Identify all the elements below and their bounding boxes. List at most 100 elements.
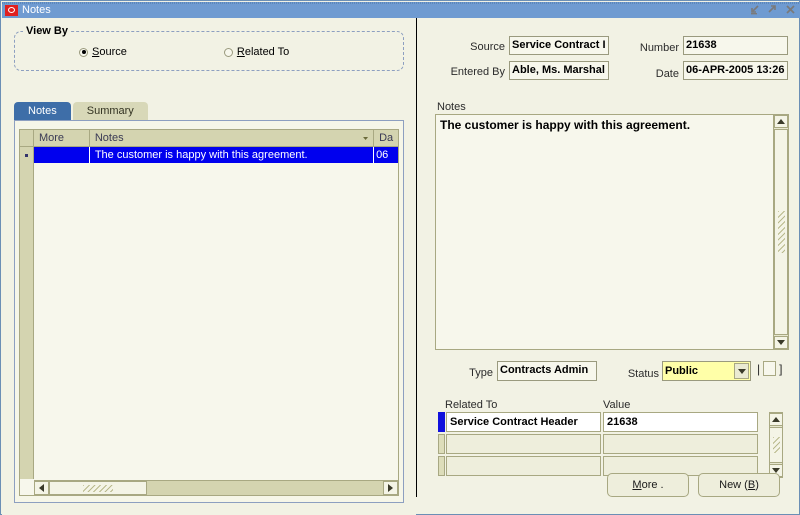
more-button-label: More . [632,479,664,491]
entered-by-field[interactable]: Able, Ms. Marshal [509,61,609,80]
status-checkbox-group: | ] [757,361,782,376]
scroll-left-button[interactable] [34,481,49,495]
row-cell-notes[interactable]: The customer is happy with this agreemen… [89,147,375,163]
date-field[interactable]: 06-APR-2005 13:26 [683,61,788,80]
grid-header-notes-label: Notes [94,132,124,144]
scroll-grip-icon [83,484,113,492]
grid-indicator-gutter [20,163,34,479]
scroll-right-icon [388,484,393,492]
chevron-down-icon [737,368,746,374]
value-column-label: Value [603,399,631,411]
notes-scroll-up-button[interactable] [774,115,788,128]
new-button-post: ) [755,479,759,491]
radio-view-by-source[interactable]: Source [79,46,127,58]
notes-textarea[interactable]: The customer is happy with this agreemen… [435,114,789,350]
notes-field-label: Notes [437,101,466,113]
view-by-legend: View By [23,25,71,37]
related-to-row[interactable] [438,434,783,454]
scroll-grip-icon [772,437,780,453]
radio-view-by-related-to[interactable]: Related To [223,46,290,58]
related-to-scroll-thumb[interactable] [769,427,783,463]
scroll-grip-icon [777,211,785,253]
scroll-down-icon [777,340,785,345]
scroll-left-icon [39,484,44,492]
right-pane: Source Service Contract I Number 21638 E… [417,18,800,515]
notes-grid-header: More Notes Da [20,130,398,147]
minimize-icon [751,5,759,15]
table-row[interactable]: The customer is happy with this agreemen… [20,147,398,163]
type-field[interactable]: Contracts Admin [497,361,597,381]
related-to-cell[interactable]: Service Contract Header [446,412,601,432]
row-cell-date[interactable]: 06 [374,147,398,163]
related-to-row[interactable]: Service Contract Header 21638 [438,412,783,432]
related-to-row-indicator[interactable] [438,412,445,432]
checkbox-bracket-open: | [757,361,761,376]
related-to-vertical-scrollbar[interactable] [769,412,783,478]
view-by-radio-row: Source Related To [15,46,403,58]
scroll-up-icon [777,119,785,124]
status-dropdown[interactable]: Public [662,361,751,381]
tab-notes[interactable]: Notes [14,102,71,121]
related-to-cell[interactable] [446,456,601,476]
notes-grid-body: The customer is happy with this agreemen… [20,147,398,163]
type-label: Type [469,367,493,379]
related-to-column-label: Related To [445,399,498,411]
number-field[interactable]: 21638 [683,36,788,55]
row-indicator[interactable] [20,147,34,163]
grid-header-date[interactable]: Da [374,130,398,146]
date-label: Date [655,68,679,80]
radio-related-to-label: Related To [236,46,290,58]
new-button-label: New (B) [719,479,759,491]
radio-related-to-indicator [223,47,233,57]
related-to-cell[interactable] [446,434,601,454]
notes-window: Notes View By Source Related To Notes Su… [0,0,800,515]
status-label: Status [627,368,659,380]
window-titlebar: Notes [2,2,800,18]
radio-source-indicator [79,47,88,57]
sort-indicator-icon [363,137,369,140]
maximize-button[interactable] [767,4,778,15]
related-to-row-indicator[interactable] [438,456,445,476]
grid-horizontal-scrollbar[interactable] [34,480,398,495]
related-to-scroll-up-button[interactable] [769,413,783,426]
horizontal-scroll-thumb[interactable] [49,481,147,495]
tab-summary[interactable]: Summary [72,102,148,121]
more-button-text: ore . [641,479,664,491]
related-to-row-indicator[interactable] [438,434,445,454]
notes-scroll-down-button[interactable] [774,336,788,349]
more-button[interactable]: More . [607,473,689,497]
notes-grid: More Notes Da The customer is happy with… [19,129,399,496]
minimize-button[interactable] [749,4,760,15]
grid-header-more[interactable]: More [34,130,90,146]
status-checkbox[interactable] [763,361,777,376]
related-to-value-cell[interactable] [603,434,758,454]
source-field[interactable]: Service Contract I [509,36,609,55]
tab-strip: Notes Summary [14,101,148,121]
grid-header-notes[interactable]: Notes [90,130,375,146]
row-cell-more[interactable] [33,147,90,163]
new-button[interactable]: New (B) [698,473,780,497]
entered-by-label: Entered By [450,66,505,78]
related-to-value-cell[interactable]: 21638 [603,412,758,432]
grid-header-indicator [20,130,34,146]
scroll-right-button[interactable] [383,481,398,495]
left-pane: View By Source Related To Notes Summary [2,18,416,515]
window-title: Notes [22,4,51,16]
number-label: Number [639,42,679,54]
titlebar-top-edge [2,2,800,4]
checkbox-bracket-close: ] [779,361,783,376]
status-dropdown-value: Public [665,365,699,377]
status-dropdown-button[interactable] [734,363,749,379]
view-by-groupbox: View By Source Related To [14,25,404,71]
oracle-logo-icon [5,4,18,16]
radio-source-label: Source [92,46,127,58]
notes-textarea-value[interactable]: The customer is happy with this agreemen… [440,118,770,132]
maximize-icon [768,5,776,13]
scroll-up-icon [772,417,780,422]
new-button-pre: New ( [719,479,748,491]
close-button[interactable] [785,4,796,15]
notes-scroll-thumb[interactable] [774,129,788,335]
related-to-grid: Service Contract Header 21638 [438,412,783,478]
notes-vertical-scrollbar[interactable] [773,115,788,349]
notes-grid-panel: More Notes Da The customer is happy with… [14,120,404,503]
